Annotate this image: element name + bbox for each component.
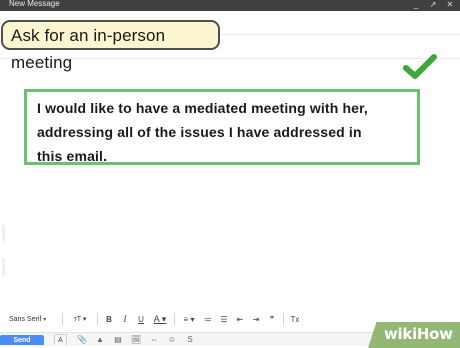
align-button[interactable]: ≡ ▾ xyxy=(178,310,200,328)
clear-formatting-icon[interactable]: Tx xyxy=(287,310,303,328)
money-icon[interactable]: ▤ xyxy=(112,335,124,344)
underline-button[interactable]: U xyxy=(133,310,149,328)
insert-photo-icon[interactable]: 🖼 xyxy=(130,335,142,344)
example-text-callout: I would like to have a mediated meeting … xyxy=(24,89,420,165)
drive-icon[interactable]: ▲ xyxy=(94,335,106,344)
toolbar-divider xyxy=(97,313,98,325)
wikihow-logo: wikiHow xyxy=(384,325,453,343)
chevron-down-icon: ▾ xyxy=(43,316,47,323)
body-left-marker xyxy=(2,225,5,243)
wikihow-logo-wiki: wiki xyxy=(384,325,417,343)
attach-file-icon[interactable]: 📎 xyxy=(76,335,88,344)
window-controls: _ ↗ ✕ xyxy=(412,0,454,10)
insert-link-icon[interactable]: ⇔ xyxy=(148,335,160,344)
indent-less-icon[interactable]: ⇤ xyxy=(232,310,248,328)
font-family-select[interactable]: Sans Serif ▾ xyxy=(6,310,59,328)
text-color-button[interactable]: A ▾ xyxy=(149,310,171,328)
close-icon[interactable]: ✕ xyxy=(446,0,454,10)
bulleted-list-icon[interactable]: ☰ xyxy=(216,310,232,328)
window-titlebar: New Message _ ↗ ✕ xyxy=(0,0,460,11)
numbered-list-icon[interactable]: ≔ xyxy=(200,310,216,328)
step-banner: Ask for an in-person meeting xyxy=(1,20,220,72)
window-title: New Message xyxy=(9,0,60,8)
indent-more-icon[interactable]: ⇥ xyxy=(248,310,264,328)
send-button[interactable]: Send xyxy=(0,335,44,345)
attachment-icons: 📎 ▲ ▤ 🖼 ⇔ ☺ S xyxy=(76,335,196,344)
font-size-button[interactable]: ᴛT ▾ xyxy=(66,310,94,328)
bold-button[interactable]: B xyxy=(101,310,117,328)
font-family-label: Sans Serif xyxy=(9,315,42,323)
italic-button[interactable]: I xyxy=(117,310,133,328)
quote-icon[interactable]: ❞ xyxy=(264,310,280,328)
emoji-icon[interactable]: ☺ xyxy=(166,335,178,344)
formatting-toolbar: Sans Serif ▾ ᴛT ▾ B I U A ▾ ≡ ▾ ≔ ☰ ⇤ ⇥ … xyxy=(6,310,406,328)
body-left-marker xyxy=(2,258,5,276)
invite-icon[interactable]: S xyxy=(184,335,196,344)
step-banner-text: Ask for an in-person meeting xyxy=(11,26,166,72)
callout-line: this email. xyxy=(37,148,108,164)
popout-icon[interactable]: ↗ xyxy=(429,0,437,10)
minimize-icon[interactable]: _ xyxy=(412,0,420,10)
toolbar-divider xyxy=(174,313,175,325)
toolbar-divider xyxy=(62,313,63,325)
check-icon xyxy=(403,54,437,79)
formatting-options-button[interactable]: A xyxy=(54,334,67,345)
callout-line: addressing all of the issues I have addr… xyxy=(37,124,362,140)
callout-line: I would like to have a mediated meeting … xyxy=(37,100,368,116)
wikihow-logo-how: How xyxy=(416,325,453,343)
toolbar-divider xyxy=(283,313,284,325)
